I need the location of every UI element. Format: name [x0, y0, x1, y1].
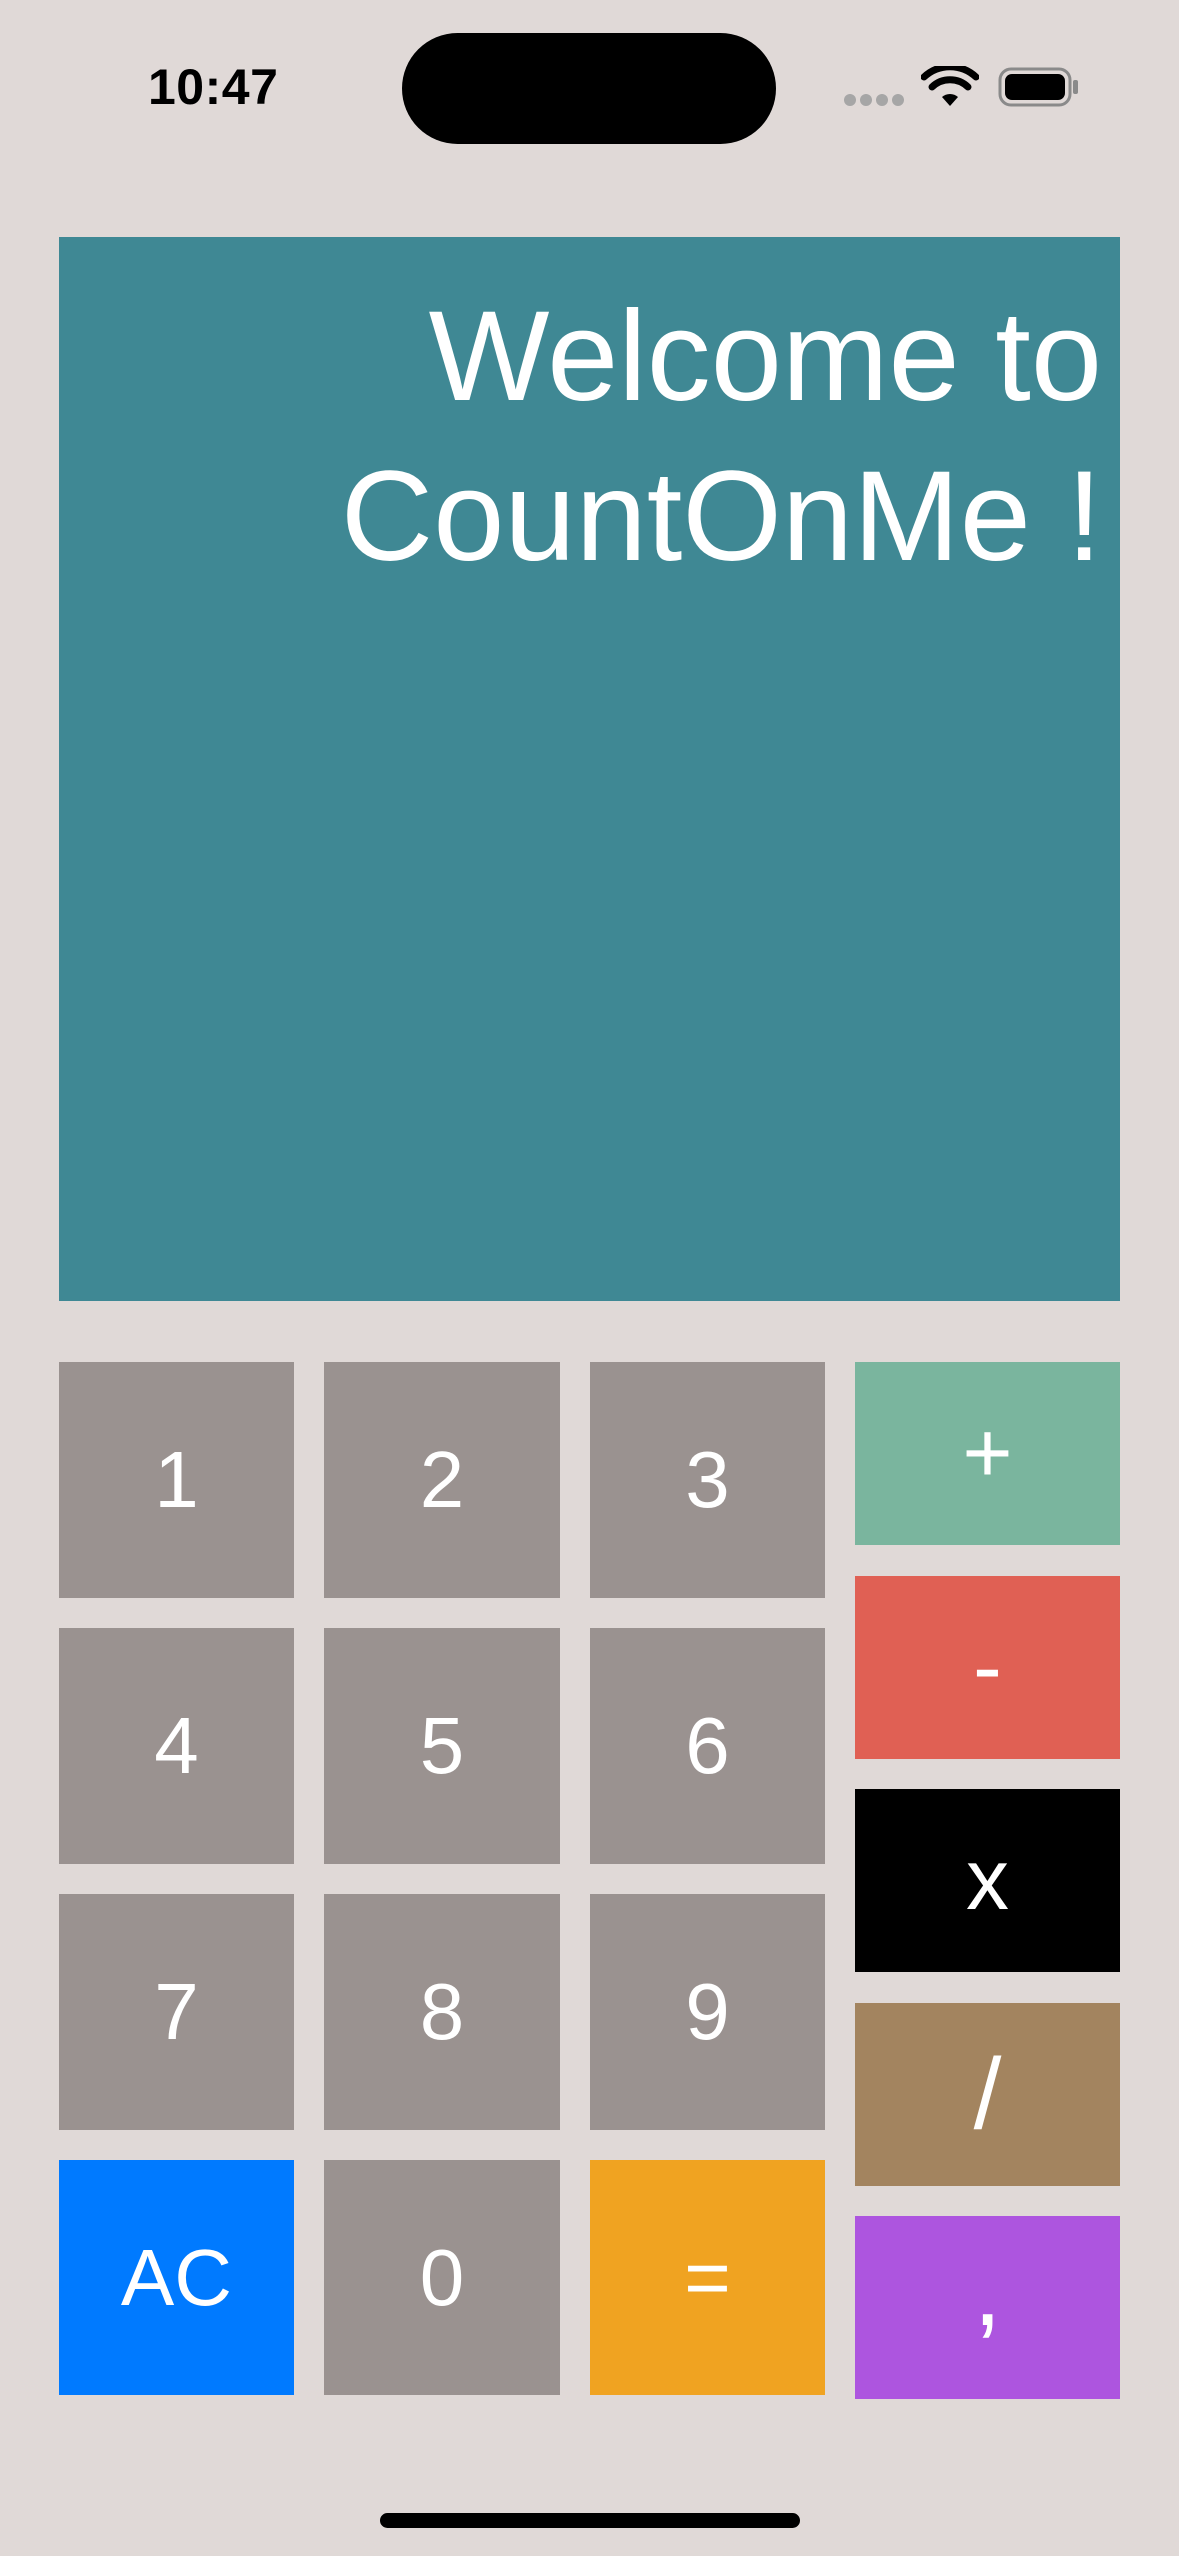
equals-button[interactable]: = [590, 2160, 825, 2395]
cellular-signal-icon [844, 94, 906, 108]
wifi-icon [921, 66, 979, 106]
plus-button[interactable]: + [855, 1362, 1120, 1545]
key-3[interactable]: 3 [590, 1362, 825, 1598]
display-text: Welcome to CountOnMe ! [340, 285, 1102, 588]
key-4[interactable]: 4 [59, 1628, 294, 1864]
battery-icon [998, 67, 1078, 107]
key-0[interactable]: 0 [324, 2160, 560, 2395]
comma-button[interactable]: , [855, 2216, 1120, 2399]
key-6[interactable]: 6 [590, 1628, 825, 1864]
divide-button[interactable]: / [855, 2003, 1120, 2186]
multiply-button[interactable]: x [855, 1789, 1120, 1972]
clear-button[interactable]: AC [59, 2160, 294, 2395]
status-time: 10:47 [148, 59, 279, 115]
key-7[interactable]: 7 [59, 1894, 294, 2130]
calculator-display: Welcome to CountOnMe ! [59, 237, 1120, 1301]
key-2[interactable]: 2 [324, 1362, 560, 1598]
minus-button[interactable]: - [855, 1576, 1120, 1759]
home-indicator[interactable] [380, 2513, 800, 2528]
key-1[interactable]: 1 [59, 1362, 294, 1598]
key-8[interactable]: 8 [324, 1894, 560, 2130]
dynamic-island [402, 33, 776, 144]
key-9[interactable]: 9 [590, 1894, 825, 2130]
key-5[interactable]: 5 [324, 1628, 560, 1864]
